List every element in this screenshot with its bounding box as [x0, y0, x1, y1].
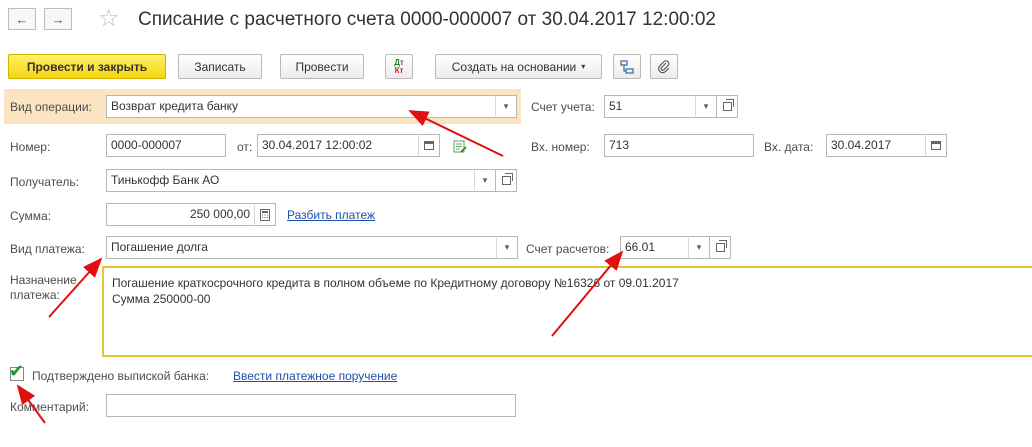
- kt-label: Кт: [394, 65, 404, 75]
- amount-label: Сумма:: [10, 209, 52, 223]
- back-arrow-icon: ←: [15, 11, 29, 27]
- comment-field[interactable]: [106, 394, 516, 417]
- operation-type-select[interactable]: Возврат кредита банку: [106, 95, 496, 118]
- dropdown-arrow-icon: ▾: [504, 242, 510, 252]
- date-label: от:: [237, 140, 253, 154]
- structure-icon: [620, 59, 634, 74]
- purpose-label-line2: платежа:: [10, 288, 60, 302]
- number-field[interactable]: 0000-000007: [106, 134, 226, 157]
- purpose-label-line1: Назначение: [10, 273, 77, 287]
- dt-kt-button[interactable]: Дт Кт: [385, 54, 413, 79]
- comment-label: Комментарий:: [10, 400, 89, 414]
- open-icon: [722, 99, 734, 111]
- calendar-icon: [931, 141, 941, 150]
- dropdown-arrow-icon: ▾: [703, 101, 709, 111]
- operation-type-dropdown-button[interactable]: ▾: [495, 95, 517, 118]
- open-icon: [715, 240, 727, 252]
- in-number-field[interactable]: 713: [604, 134, 754, 157]
- dropdown-arrow-icon: ▾: [696, 242, 702, 252]
- operation-type-label: Вид операции:: [10, 100, 92, 114]
- settlement-account-field[interactable]: 66.01: [620, 236, 689, 259]
- save-button[interactable]: Записать: [178, 54, 262, 79]
- amount-field[interactable]: 250 000,00: [106, 203, 255, 226]
- recipient-dropdown-button[interactable]: ▾: [474, 169, 496, 192]
- create-based-on-label: Создать на основании: [451, 59, 577, 74]
- attach-file-button[interactable]: [650, 54, 678, 79]
- back-button[interactable]: ←: [8, 8, 36, 30]
- settlement-account-open-button[interactable]: [709, 236, 731, 259]
- account-label: Счет учета:: [531, 100, 595, 114]
- calculator-button[interactable]: [254, 203, 276, 226]
- payment-type-label: Вид платежа:: [10, 242, 85, 256]
- number-label: Номер:: [10, 140, 51, 154]
- recipient-field[interactable]: Тинькофф Банк АО: [106, 169, 475, 192]
- create-based-on-button[interactable]: Создать на основании ▾: [435, 54, 602, 79]
- post-button[interactable]: Провести: [280, 54, 364, 79]
- split-payment-link[interactable]: Разбить платеж: [287, 208, 375, 222]
- dropdown-arrow-icon: ▾: [503, 101, 509, 111]
- post-and-close-button[interactable]: Провести и закрыть: [8, 54, 166, 79]
- dt-kt-icon: Дт Кт: [394, 58, 404, 75]
- forward-arrow-icon: →: [51, 11, 65, 27]
- page-title: Списание с расчетного счета 0000-000007 …: [138, 9, 716, 30]
- purpose-line2: Сумма 250000-00: [112, 292, 211, 306]
- payment-type-dropdown-button[interactable]: ▾: [496, 236, 518, 259]
- open-icon: [501, 173, 513, 185]
- settlement-account-label: Счет расчетов:: [526, 242, 610, 256]
- in-date-label: Вх. дата:: [764, 140, 814, 154]
- account-dropdown-button[interactable]: ▾: [695, 95, 717, 118]
- sheet-edit-icon[interactable]: [452, 139, 468, 155]
- dropdown-arrow-icon: ▾: [581, 62, 586, 71]
- recipient-open-button[interactable]: [495, 169, 517, 192]
- payment-type-select[interactable]: Погашение долга: [106, 236, 497, 259]
- in-number-label: Вх. номер:: [531, 140, 590, 154]
- account-open-button[interactable]: [716, 95, 738, 118]
- calendar-icon: [424, 141, 434, 150]
- date-calendar-button[interactable]: [418, 134, 440, 157]
- in-date-calendar-button[interactable]: [925, 134, 947, 157]
- purpose-label: Назначение платежа:: [10, 273, 77, 303]
- payment-purpose-textarea[interactable]: Погашение краткосрочного кредита в полно…: [102, 266, 1032, 357]
- dropdown-arrow-icon: ▾: [482, 175, 488, 185]
- in-date-field[interactable]: 30.04.2017: [826, 134, 926, 157]
- checkmark-icon: ✔: [9, 361, 25, 381]
- recipient-label: Получатель:: [10, 175, 79, 189]
- favorite-star-icon[interactable]: ☆: [98, 5, 120, 33]
- forward-button[interactable]: →: [44, 8, 72, 30]
- paperclip-icon: [658, 59, 670, 73]
- calculator-icon: [260, 208, 270, 221]
- purpose-line1: Погашение краткосрочного кредита в полно…: [112, 276, 679, 290]
- settlement-account-dropdown-button[interactable]: ▾: [688, 236, 710, 259]
- enter-payment-order-link[interactable]: Ввести платежное поручение: [233, 369, 397, 383]
- date-field[interactable]: 30.04.2017 12:00:02: [257, 134, 419, 157]
- account-field[interactable]: 51: [604, 95, 696, 118]
- confirmed-label: Подтверждено выпиской банка:: [32, 369, 210, 383]
- structure-button[interactable]: [613, 54, 641, 79]
